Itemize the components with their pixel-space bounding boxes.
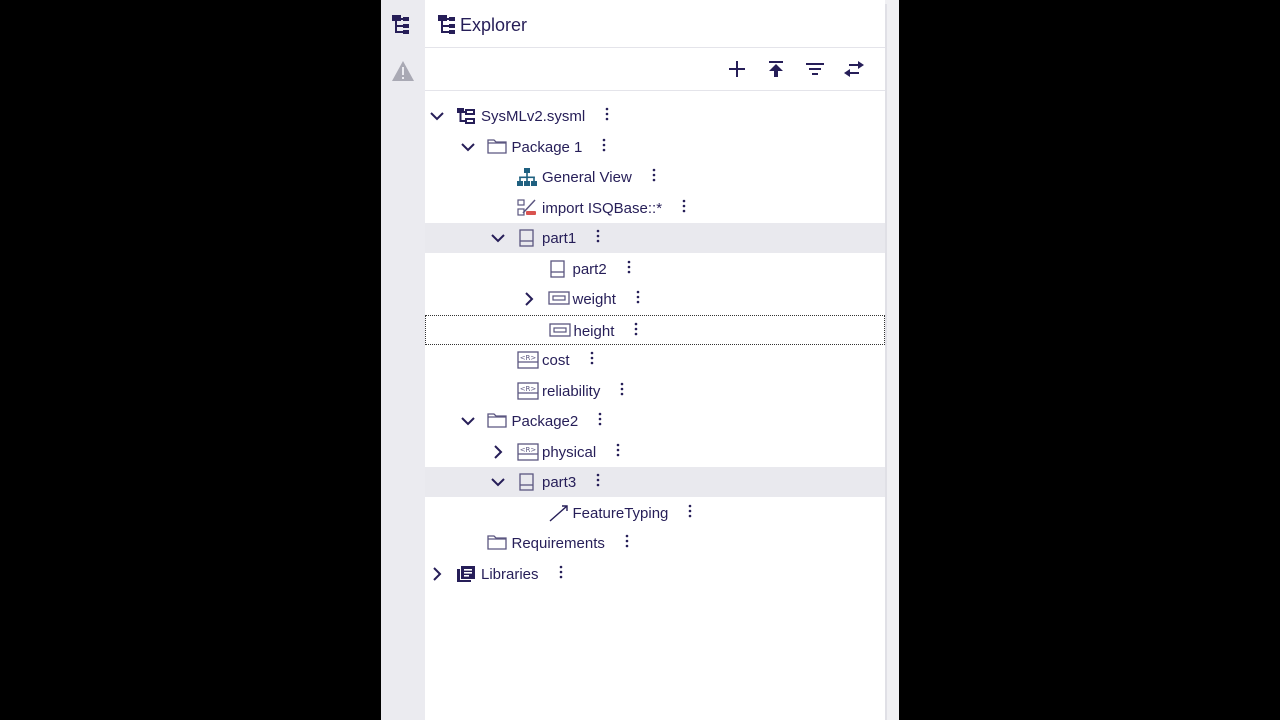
tree-item-label: physical [542,443,597,461]
chevron-down-icon[interactable] [490,230,506,246]
tree-item[interactable]: <R> cost [425,345,885,375]
tree-item[interactable]: SysMLv2.sysml [425,101,885,131]
filter-button[interactable] [802,56,828,82]
tree-item[interactable]: weight [425,284,885,314]
more-actions-icon[interactable] [682,199,690,217]
part-icon [517,473,537,491]
part-icon [548,259,568,278]
tree-item-label: General View [542,169,632,186]
requirement-icon: <R> [517,381,539,400]
chevron-down-icon[interactable] [429,108,445,124]
chevron-down-icon[interactable] [460,413,476,429]
tree-item[interactable]: <R> reliability [425,376,885,406]
tree-item[interactable]: part2 [425,254,885,284]
tree-item[interactable]: Libraries [425,559,885,589]
more-actions-icon[interactable] [636,290,644,308]
more-actions-icon[interactable] [627,260,635,278]
folder-icon [486,412,507,430]
warning-icon [391,60,415,82]
tree-item-label: Libraries [481,565,539,583]
relationship-icon [548,504,568,522]
tree-item[interactable]: Package 1 [425,132,885,162]
tree-item[interactable]: FeatureTyping [425,498,885,528]
tree-item-label: SysMLv2.sysml [481,108,586,125]
more-actions-icon[interactable] [625,534,633,552]
tree-item-label: Package2 [511,413,579,430]
new-model-button[interactable] [724,56,750,82]
panel-resize-handle[interactable] [885,0,899,720]
folder-icon [486,138,507,156]
explorer-icon [437,13,461,35]
rail-explorer-button[interactable] [389,10,417,38]
diagram-icon [517,168,537,186]
tree-item[interactable]: part1 [425,223,885,253]
tree-item-label: part3 [542,474,577,491]
explorer-toolbar [425,48,885,91]
more-actions-icon[interactable] [652,168,660,186]
tree-item[interactable]: <R> physical [425,437,885,467]
app-window: Explorer SysMLv2.sysml Package 1 General V… [381,0,899,720]
svg-text:<R>: <R> [520,385,537,393]
chevron-right-icon[interactable] [521,291,537,307]
left-rail [381,0,425,720]
attribute-icon [547,290,570,308]
chevron-right-icon[interactable] [429,566,445,582]
explorer-header: Explorer [425,3,885,48]
model-icon [456,107,476,125]
tree-item-label: cost [542,352,570,369]
tree-item-label: part1 [542,230,577,247]
more-actions-icon[interactable] [559,565,567,583]
tree-item-label: FeatureTyping [572,504,669,522]
tree-item[interactable]: General View [425,162,885,192]
swap-arrows-icon [843,60,865,78]
upload-button[interactable] [763,56,789,82]
rail-validation-button[interactable] [389,57,417,85]
tree-item-label: Requirements [511,535,605,552]
library-icon [456,565,476,583]
requirement-icon: <R> [517,351,539,369]
more-actions-icon[interactable] [596,473,604,491]
tree-item[interactable]: height [425,314,885,345]
tree-item-label: weight [572,291,616,308]
tree-item[interactable]: Requirements [425,528,885,558]
tree-item-label: part2 [572,260,607,278]
more-actions-icon[interactable] [602,138,610,156]
explorer-icon [391,13,415,35]
folder-icon [486,534,507,552]
tree-item-label: height [573,322,615,340]
import-icon [517,198,537,217]
more-actions-icon[interactable] [688,504,696,522]
synchronize-button[interactable] [841,56,867,82]
more-actions-icon[interactable] [634,322,642,340]
attribute-icon [548,322,571,340]
chevron-down-icon[interactable] [490,474,506,490]
chevron-down-icon[interactable] [460,139,476,155]
tree-item-label: Package 1 [511,138,583,156]
part-icon [517,229,537,247]
tree-item-label: import ISQBase::* [542,199,663,217]
requirement-icon: <R> [517,442,539,461]
upload-icon [767,60,785,78]
more-actions-icon[interactable] [590,351,598,369]
svg-text:<R>: <R> [520,446,537,454]
tree-item-label: reliability [542,382,601,400]
more-actions-icon[interactable] [616,443,624,461]
panel-title: Explorer [460,15,528,35]
explorer-panel: Explorer SysMLv2.sysml Package 1 General V… [425,0,885,720]
plus-icon [728,60,746,78]
chevron-right-icon[interactable] [490,444,506,460]
filter-icon [805,61,825,77]
more-actions-icon[interactable] [598,412,606,430]
more-actions-icon[interactable] [620,382,628,400]
more-actions-icon[interactable] [605,107,613,125]
tree-item[interactable]: import ISQBase::* [425,193,885,223]
more-actions-icon[interactable] [596,229,604,247]
tree-item[interactable]: part3 [425,467,885,497]
svg-text:<R>: <R> [520,354,537,362]
tree-item[interactable]: Package2 [425,406,885,436]
